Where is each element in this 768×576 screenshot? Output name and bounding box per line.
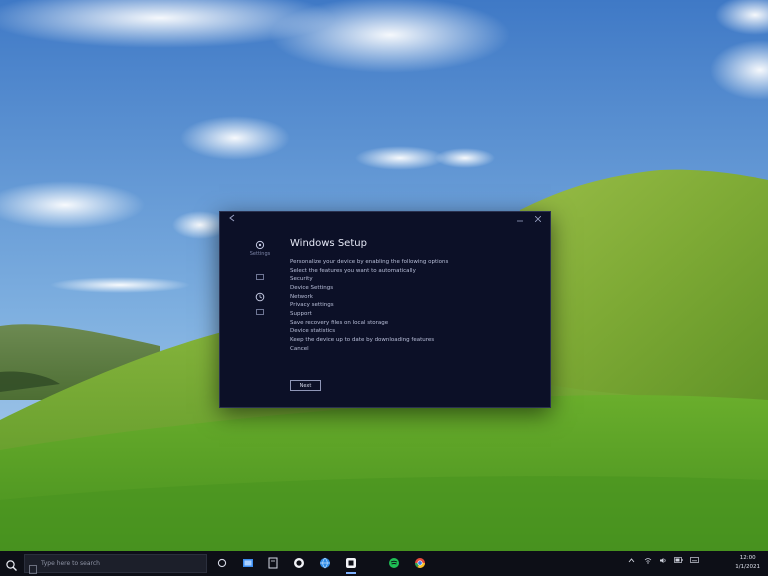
rail-item-settings[interactable]: Settings: [242, 240, 278, 257]
chrome-icon[interactable]: [412, 555, 428, 571]
battery-icon[interactable]: [674, 557, 683, 565]
volume-icon[interactable]: [659, 557, 667, 566]
rail-label: Settings: [249, 251, 271, 257]
search-placeholder: Type here to search: [41, 560, 100, 567]
file-explorer-icon[interactable]: [240, 555, 256, 571]
settings-item[interactable]: Device statistics: [290, 327, 540, 336]
windows-start-icon[interactable]: [5, 557, 18, 571]
chevron-up-icon[interactable]: [628, 557, 635, 566]
rail-item-help[interactable]: [242, 309, 278, 315]
gear-icon: [242, 240, 278, 250]
search-icon: [29, 559, 37, 576]
clock-time: 12:00: [739, 555, 756, 561]
network-icon[interactable]: [644, 557, 652, 566]
taskbar: Type here to search 12:00 1/1/2021: [0, 551, 768, 576]
arrow-left-icon[interactable]: [226, 214, 238, 226]
settings-item[interactable]: Select the features you want to automati…: [290, 267, 540, 276]
settings-item[interactable]: Keep the device up to date by downloadin…: [290, 336, 540, 345]
settings-item[interactable]: Personalize your device by enabling the …: [290, 258, 540, 267]
dialog-content: Windows Setup Personalize your device by…: [290, 238, 540, 353]
rail-item-info[interactable]: [242, 274, 278, 280]
rail-item-clock[interactable]: [242, 292, 278, 302]
minimize-icon[interactable]: [514, 214, 526, 226]
next-button[interactable]: Next: [290, 380, 321, 391]
settings-item[interactable]: Support: [290, 310, 540, 319]
desktop: Settings Windows Setup Personalize your …: [0, 0, 768, 576]
dialog-title: Windows Setup: [290, 238, 367, 249]
settings-item[interactable]: Device Settings: [290, 284, 540, 293]
spotify-icon[interactable]: [386, 555, 402, 571]
store-icon[interactable]: [343, 555, 359, 574]
settings-item[interactable]: Network: [290, 293, 540, 302]
settings-item[interactable]: Privacy settings: [290, 301, 540, 310]
settings-list: Personalize your device by enabling the …: [290, 258, 540, 353]
notes-icon[interactable]: [265, 555, 281, 571]
settings-item[interactable]: Save recovery files on local storage: [290, 319, 540, 328]
setup-dialog: Settings Windows Setup Personalize your …: [219, 211, 551, 408]
keyboard-icon[interactable]: [690, 557, 699, 565]
info-icon: [242, 274, 278, 280]
taskbar-search-box[interactable]: Type here to search: [24, 554, 207, 576]
help-icon: [242, 309, 278, 315]
task-view-icon[interactable]: [214, 555, 230, 571]
close-icon[interactable]: [532, 214, 544, 226]
settings-item[interactable]: Cancel: [290, 345, 540, 354]
settings-item[interactable]: Security: [290, 275, 540, 284]
dialog-titlebar: [220, 212, 550, 228]
globe-icon[interactable]: [317, 555, 333, 571]
clock-icon: [242, 292, 278, 302]
clock-date: 1/1/2021: [735, 564, 760, 570]
taskbar-clock[interactable]: 12:00 1/1/2021: [735, 554, 760, 572]
edge-browser-icon[interactable]: [291, 555, 307, 571]
